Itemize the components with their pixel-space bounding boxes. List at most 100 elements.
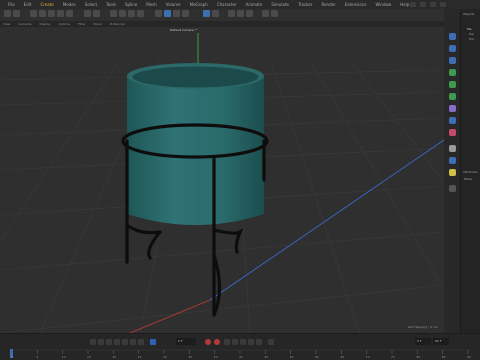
viewport-menu-filter[interactable]: Filter: [78, 22, 85, 26]
light-icon[interactable]: [449, 169, 456, 176]
scale-tool-icon[interactable]: [173, 10, 180, 17]
close-button[interactable]: [440, 2, 446, 7]
z-lock-icon[interactable]: [128, 10, 135, 17]
viewport-menu-cameras[interactable]: Cameras: [18, 22, 31, 26]
previous-key-icon[interactable]: [98, 339, 104, 345]
floor-icon[interactable]: [449, 117, 456, 124]
key-rotation-icon[interactable]: [232, 339, 238, 345]
menu-help[interactable]: Help: [400, 2, 409, 7]
next-key-icon[interactable]: [130, 339, 136, 345]
menu-edit[interactable]: Edit: [24, 2, 32, 7]
key-scale-icon[interactable]: [240, 339, 246, 345]
plant-pot[interactable]: [127, 63, 264, 225]
menu-character[interactable]: Character: [217, 2, 237, 7]
timeline-tick-label: 15: [87, 355, 91, 359]
current-frame-field[interactable]: 0 F: [176, 338, 196, 345]
enable-axis-icon[interactable]: [271, 10, 278, 17]
motion-clip-icon[interactable]: [268, 339, 274, 345]
camera-label: Default Camera °°: [170, 28, 198, 32]
viewport-menu-options[interactable]: Options: [59, 22, 71, 26]
menu-mesh[interactable]: Mesh: [146, 2, 157, 7]
tag-icon[interactable]: [449, 185, 456, 192]
minimize-button[interactable]: [420, 2, 426, 7]
timeline-tick-label: 55: [289, 355, 294, 359]
autokey-icon[interactable]: [214, 339, 220, 345]
attributes-mode[interactable]: Mode: [464, 177, 472, 181]
timeline-tick-label: 5: [36, 355, 39, 359]
key-pla-icon[interactable]: [256, 339, 262, 345]
viewport-menu-prorender[interactable]: ProRender: [110, 22, 125, 26]
y-lock-icon[interactable]: [119, 10, 126, 17]
objects-title: Objects: [463, 12, 475, 16]
object-item-holder[interactable]: Hol: [469, 37, 474, 41]
cloner-icon[interactable]: [449, 81, 456, 88]
uv-mode-icon[interactable]: [66, 10, 73, 17]
menu-spline[interactable]: Spline: [125, 2, 137, 7]
render-picture-viewer-icon[interactable]: [237, 10, 244, 17]
volume-icon[interactable]: [449, 129, 456, 136]
field-icon[interactable]: [449, 105, 456, 112]
menu-window[interactable]: Window: [375, 2, 391, 7]
camera-icon[interactable]: [449, 157, 456, 164]
axis-mode-icon[interactable]: [84, 10, 91, 17]
menu-tracker[interactable]: Tracker: [298, 2, 312, 7]
move-tool-icon[interactable]: [155, 10, 162, 17]
deformer-icon[interactable]: [449, 93, 456, 100]
model-mode-icon[interactable]: [30, 10, 37, 17]
undo-icon[interactable]: [4, 10, 11, 17]
menu-extensions[interactable]: Extensions: [345, 2, 367, 7]
go-to-start-icon[interactable]: [90, 339, 96, 345]
environment-icon[interactable]: [449, 145, 456, 152]
object-item-pot[interactable]: Pot: [469, 32, 474, 36]
points-mode-icon[interactable]: [39, 10, 46, 17]
object-item-plant[interactable]: Pla: [467, 27, 471, 31]
workplane-icon[interactable]: [212, 10, 219, 17]
maximize-button[interactable]: [430, 2, 436, 7]
menu-animate[interactable]: Animate: [246, 2, 263, 7]
coordinate-system-icon[interactable]: [137, 10, 144, 17]
go-to-end-icon[interactable]: [138, 339, 144, 345]
next-frame-icon[interactable]: [122, 339, 128, 345]
viewport-menu-panel[interactable]: Panel: [94, 22, 102, 26]
menu-simulate[interactable]: Simulate: [271, 2, 289, 7]
menu-volume[interactable]: Volume: [166, 2, 181, 7]
subdivision-icon[interactable]: [449, 69, 456, 76]
live-selection-icon[interactable]: [164, 10, 171, 17]
texture-mode-icon[interactable]: [93, 10, 100, 17]
render-view-icon[interactable]: [228, 10, 235, 17]
render-settings-icon[interactable]: [246, 10, 253, 17]
pen-icon[interactable]: [449, 45, 456, 52]
snap-icon[interactable]: [203, 10, 210, 17]
menu-bar: File Edit Create Modes Select Tools Spli…: [0, 0, 480, 9]
key-position-icon[interactable]: [224, 339, 230, 345]
menu-render[interactable]: Render: [321, 2, 335, 7]
menu-mograph[interactable]: MoGraph: [190, 2, 208, 7]
record-icon[interactable]: [205, 339, 211, 345]
previous-frame-icon[interactable]: [106, 339, 112, 345]
menu-modes[interactable]: Modes: [63, 2, 76, 7]
menu-create[interactable]: Create: [40, 2, 53, 7]
redo-icon[interactable]: [13, 10, 20, 17]
loop-icon[interactable]: [150, 339, 156, 345]
key-param-icon[interactable]: [248, 339, 254, 345]
edges-mode-icon[interactable]: [48, 10, 55, 17]
menu-file[interactable]: File: [8, 2, 15, 7]
play-icon[interactable]: [114, 339, 120, 345]
x-lock-icon[interactable]: [110, 10, 117, 17]
polygons-mode-icon[interactable]: [57, 10, 64, 17]
text-icon[interactable]: [449, 57, 456, 64]
viewport-menu-display[interactable]: Display: [39, 22, 50, 26]
menu-select[interactable]: Select: [85, 2, 97, 7]
timeline-tick-label: 90: [467, 355, 471, 359]
end-frame-field[interactable]: 90 F: [433, 338, 449, 345]
layout-button[interactable]: [410, 2, 416, 7]
timeline-tick-label: 40: [213, 355, 218, 359]
timeline-tick-label: 0: [11, 355, 13, 359]
start-frame-field[interactable]: 0 F: [415, 338, 431, 345]
rotate-tool-icon[interactable]: [182, 10, 189, 17]
viewport-menu-view[interactable]: View: [3, 22, 10, 26]
cube-icon[interactable]: [449, 33, 456, 40]
menu-tools[interactable]: Tools: [106, 2, 116, 7]
viewport-solo-icon[interactable]: [262, 10, 269, 17]
3d-viewport[interactable]: Default Camera °° Grid Spacing : 5 cm: [0, 27, 444, 333]
